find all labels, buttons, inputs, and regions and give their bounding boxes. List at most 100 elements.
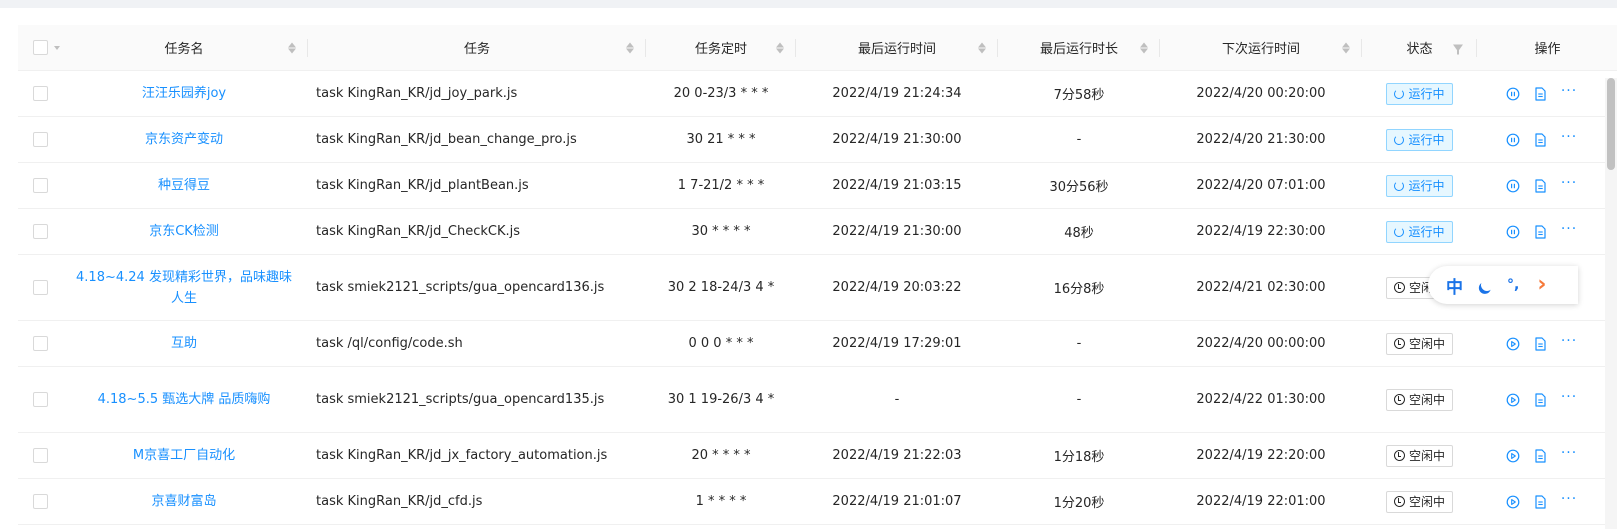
sort-icon[interactable] [288, 42, 296, 53]
task-name-link[interactable]: 种豆得豆 [148, 175, 220, 196]
more-icon[interactable]: ··· [1561, 446, 1577, 460]
log-icon[interactable] [1534, 224, 1547, 239]
log-icon[interactable] [1534, 132, 1547, 147]
more-icon[interactable]: ··· [1561, 492, 1577, 506]
chevron-right-icon[interactable]: › [1537, 274, 1546, 296]
select-all-checkbox[interactable] [33, 40, 48, 55]
table-row[interactable]: 京喜财富岛 task KingRan_KR/jd_cfd.js 1 * * * * 2… [18, 479, 1617, 525]
more-icon[interactable]: ··· [1561, 130, 1577, 144]
row-select[interactable] [18, 163, 60, 208]
row-select[interactable] [18, 255, 60, 320]
row-checkbox[interactable] [33, 448, 48, 463]
stop-icon[interactable] [1506, 133, 1520, 147]
row-select[interactable] [18, 479, 60, 524]
task-panel: 任务名 任务 任务定时 最后运行时间 最后运行时长 下次运行时间 状态 操作 汪… [0, 8, 1617, 529]
log-icon[interactable] [1534, 448, 1547, 463]
sort-icon[interactable] [1342, 42, 1350, 53]
filter-icon[interactable] [1453, 44, 1463, 54]
name-cell: 互助 [60, 321, 308, 366]
run-icon[interactable] [1506, 393, 1520, 407]
last-run-duration: 7分58秒 [1053, 88, 1105, 103]
clock-icon [1393, 282, 1405, 293]
row-select[interactable] [18, 71, 60, 116]
status-cell: 空闲中 [1362, 479, 1477, 524]
row-checkbox[interactable] [33, 224, 48, 239]
task-name-link[interactable]: 4.18~5.5 甄选大牌 品质嗨购 [88, 389, 281, 410]
table-row[interactable]: M京喜工厂自动化 task KingRan_KR/jd_jx_factory_au… [18, 433, 1617, 479]
task-command: task KingRan_KR/jd_plantBean.js [316, 178, 529, 193]
column-header-last-duration[interactable]: 最后运行时长 [998, 25, 1160, 70]
row-checkbox[interactable] [33, 336, 48, 351]
next-run-cell: 2022/4/22 01:30:00 [1160, 367, 1362, 432]
sort-icon[interactable] [978, 42, 986, 53]
table-row[interactable]: 京东资产变动 task KingRan_KR/jd_bean_change_pro… [18, 117, 1617, 163]
table-row[interactable]: 种豆得豆 task KingRan_KR/jd_plantBean.js 1 7-2… [18, 163, 1617, 209]
column-header-command[interactable]: 任务 [308, 25, 646, 70]
more-icon[interactable]: ··· [1561, 176, 1577, 190]
row-select[interactable] [18, 117, 60, 162]
header-select-all[interactable] [18, 25, 60, 70]
command-cell: task KingRan_KR/jd_plantBean.js [308, 163, 646, 208]
task-name-link[interactable]: 互助 [161, 333, 207, 354]
row-select[interactable] [18, 209, 60, 254]
ime-toolbar[interactable]: 中 °, › [1428, 266, 1578, 304]
task-name-link[interactable]: 京喜财富岛 [141, 491, 226, 512]
next-run-cell: 2022/4/20 07:01:00 [1160, 163, 1362, 208]
row-checkbox[interactable] [33, 494, 48, 509]
table-row[interactable]: 互助 task /ql/config/code.sh 0 0 0 * * * 2022… [18, 321, 1617, 367]
row-select[interactable] [18, 367, 60, 432]
log-icon[interactable] [1534, 494, 1547, 509]
ime-punctuation-toggle[interactable]: °, [1507, 277, 1519, 293]
column-header-status[interactable]: 状态 [1362, 25, 1477, 70]
column-header-name[interactable]: 任务名 [60, 25, 308, 70]
stop-icon[interactable] [1506, 179, 1520, 193]
run-icon[interactable] [1506, 337, 1520, 351]
row-checkbox[interactable] [33, 392, 48, 407]
more-icon[interactable]: ··· [1561, 84, 1577, 98]
clock-icon [1393, 450, 1405, 461]
last-run-duration: 30分56秒 [1049, 180, 1109, 195]
table-row[interactable]: 4.18~5.5 甄选大牌 品质嗨购 task smiek2121_scripts… [18, 367, 1617, 433]
row-checkbox[interactable] [33, 178, 48, 193]
row-checkbox[interactable] [33, 86, 48, 101]
more-icon[interactable]: ··· [1561, 334, 1577, 348]
task-name-link[interactable]: 京东CK检测 [139, 221, 229, 242]
run-icon[interactable] [1506, 449, 1520, 463]
task-name-link[interactable]: 汪汪乐园养joy [132, 83, 236, 104]
row-select[interactable] [18, 321, 60, 366]
sort-icon[interactable] [626, 42, 634, 53]
run-icon[interactable] [1506, 495, 1520, 509]
moon-icon[interactable] [1479, 277, 1494, 292]
row-checkbox[interactable] [33, 280, 48, 295]
row-checkbox[interactable] [33, 132, 48, 147]
stop-icon[interactable] [1506, 225, 1520, 239]
log-icon[interactable] [1534, 86, 1547, 101]
log-icon[interactable] [1534, 392, 1547, 407]
log-icon[interactable] [1534, 178, 1547, 193]
ime-mode-toggle[interactable]: 中 [1446, 273, 1463, 298]
command-cell: task /ql/config/code.sh [308, 321, 646, 366]
status-cell: 运行中 [1362, 209, 1477, 254]
sort-icon[interactable] [776, 42, 784, 53]
task-schedule: 30 21 * * * [686, 132, 756, 147]
task-schedule: 1 * * * * [695, 494, 747, 509]
task-name-link[interactable]: 4.18~4.24 发现精彩世界，品味趣味人生 [60, 267, 308, 309]
task-name-link[interactable]: 京东资产变动 [135, 129, 233, 150]
row-select[interactable] [18, 433, 60, 478]
table-row[interactable]: 汪汪乐园养joy task KingRan_KR/jd_joy_park.js 20… [18, 71, 1617, 117]
more-icon[interactable]: ··· [1561, 390, 1577, 404]
sort-icon[interactable] [1140, 42, 1148, 53]
scrollbar-thumb[interactable] [1607, 78, 1615, 170]
table-row[interactable]: 京东CK检测 task KingRan_KR/jd_CheckCK.js 30 * … [18, 209, 1617, 255]
task-name-link[interactable]: M京喜工厂自动化 [123, 445, 245, 466]
status-label: 空闲中 [1408, 337, 1445, 351]
column-header-next-run[interactable]: 下次运行时间 [1160, 25, 1362, 70]
more-icon[interactable]: ··· [1561, 222, 1577, 236]
vertical-scrollbar[interactable] [1605, 78, 1617, 529]
stop-icon[interactable] [1506, 87, 1520, 101]
column-header-last-run[interactable]: 最后运行时间 [796, 25, 998, 70]
table-row[interactable]: 4.18~4.24 发现精彩世界，品味趣味人生 task smiek2121_sc… [18, 255, 1617, 321]
last-run-cell: 2022/4/19 17:29:01 [796, 321, 998, 366]
log-icon[interactable] [1534, 336, 1547, 351]
column-header-schedule[interactable]: 任务定时 [646, 25, 796, 70]
